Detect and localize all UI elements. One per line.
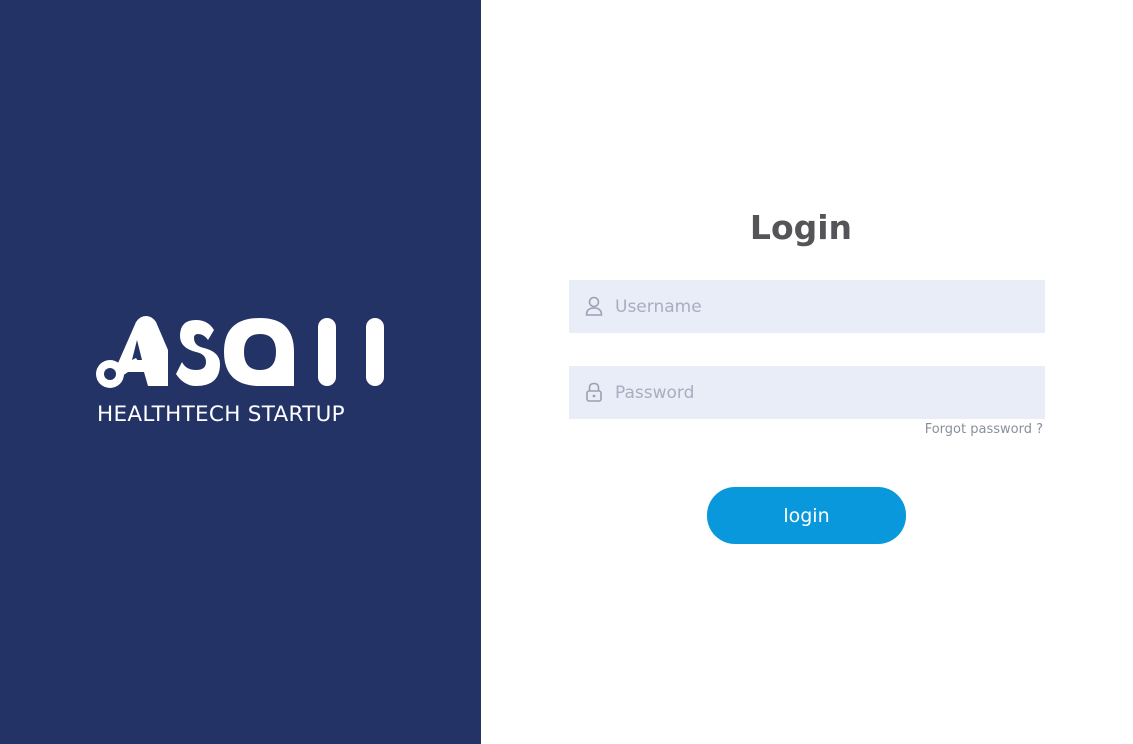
login-button[interactable]: login [707,487,906,544]
username-field[interactable] [569,280,1045,333]
user-icon [585,296,603,316]
login-title: Login [749,208,853,247]
brand-tagline: HEALTHTECH STARTUP [97,402,345,427]
username-input[interactable] [615,280,1035,333]
asqii-logo-mark [96,316,384,388]
password-input[interactable] [615,366,1035,419]
brand-logo: HEALTHTECH STARTUP [96,316,386,428]
login-panel: Login Forgot password ? login [481,0,1133,744]
password-field[interactable] [569,366,1045,419]
brand-panel: HEALTHTECH STARTUP [0,0,481,744]
lock-icon [586,382,602,402]
forgot-password-link[interactable]: Forgot password ? [861,422,1043,437]
